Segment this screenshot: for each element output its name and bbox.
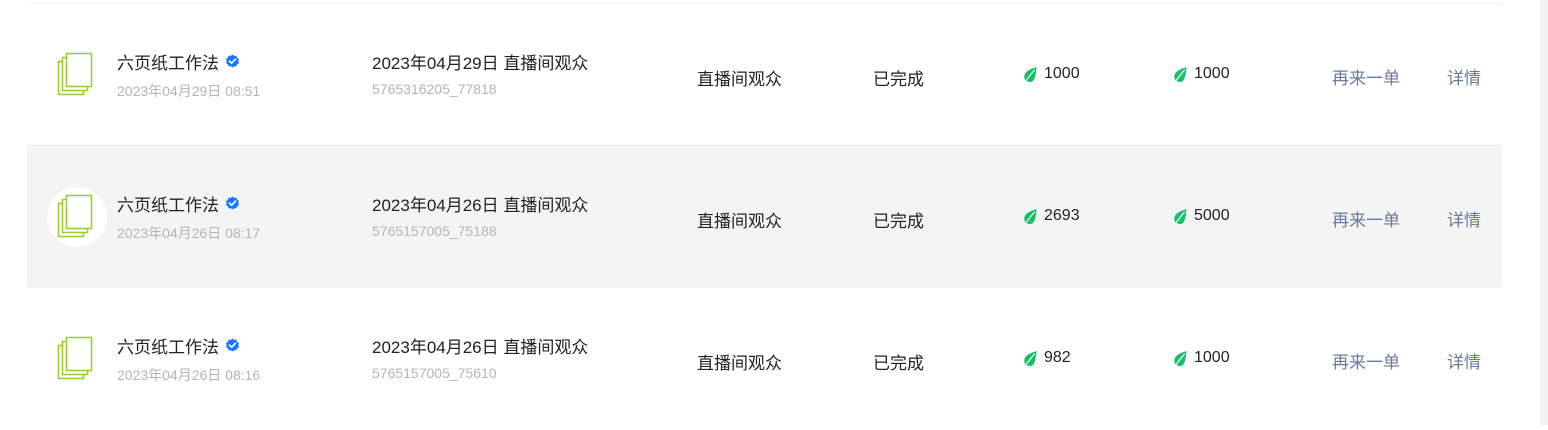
scrollbar-track[interactable] — [1540, 0, 1548, 425]
order-row[interactable]: 六页纸工作法 2023年04月26日 08:17 2023年04月26日 直播间… — [27, 146, 1502, 288]
amount-delivered: 2693 — [1023, 207, 1080, 225]
order-number: 5765157005_75188 — [372, 223, 497, 239]
order-status: 已完成 — [873, 354, 924, 373]
order-type: 直播间观众 — [697, 212, 782, 231]
order-status: 已完成 — [873, 70, 924, 89]
amount-delivered: 982 — [1023, 349, 1071, 367]
green-leaf-icon — [1174, 66, 1187, 82]
amount-delivered-value: 982 — [1044, 349, 1071, 366]
green-leaf-icon — [1174, 350, 1187, 366]
avatar[interactable] — [47, 329, 107, 389]
amount-ordered: 5000 — [1173, 207, 1230, 225]
order-row[interactable]: 六页纸工作法 2023年04月29日 08:51 2023年04月29日 直播间… — [27, 4, 1502, 146]
stacked-pages-icon — [57, 194, 93, 238]
account-name: 六页纸工作法 — [117, 333, 240, 358]
order-type: 直播间观众 — [697, 70, 782, 89]
order-row[interactable]: 六页纸工作法 2023年04月26日 08:16 2023年04月26日 直播间… — [27, 288, 1502, 430]
order-number: 5765316205_77818 — [372, 81, 497, 97]
account-name: 六页纸工作法 — [117, 49, 240, 74]
stacked-pages-icon — [57, 52, 93, 96]
amount-delivered-value: 2693 — [1044, 207, 1080, 224]
account-time: 2023年04月26日 08:17 — [117, 225, 261, 241]
amount-ordered-value: 1000 — [1194, 349, 1230, 366]
order-title: 2023年04月26日 直播间观众 — [372, 338, 589, 357]
account-name-text: 六页纸工作法 — [117, 338, 219, 357]
order-type: 直播间观众 — [697, 354, 782, 373]
order-list: 六页纸工作法 2023年04月29日 08:51 2023年04月29日 直播间… — [27, 4, 1502, 430]
verified-badge-icon — [226, 196, 239, 210]
amount-ordered-value: 1000 — [1194, 65, 1230, 82]
stacked-pages-icon — [57, 336, 93, 380]
green-leaf-icon — [1024, 66, 1037, 82]
amount-ordered: 1000 — [1173, 65, 1230, 83]
amount-delivered: 1000 — [1023, 65, 1080, 83]
green-leaf-icon — [1024, 208, 1037, 224]
verified-badge-icon — [226, 338, 239, 352]
reorder-link[interactable]: 再来一单 — [1332, 64, 1400, 89]
avatar[interactable] — [47, 187, 107, 247]
order-title: 2023年04月26日 直播间观众 — [372, 196, 589, 215]
amount-ordered-value: 5000 — [1194, 207, 1230, 224]
verified-badge-icon — [226, 54, 239, 68]
amount-ordered: 1000 — [1173, 349, 1230, 367]
detail-link[interactable]: 详情 — [1447, 348, 1481, 373]
account-time: 2023年04月29日 08:51 — [117, 83, 261, 99]
account-name-text: 六页纸工作法 — [117, 196, 219, 215]
order-number: 5765157005_75610 — [372, 365, 497, 381]
amount-delivered-value: 1000 — [1044, 65, 1080, 82]
detail-link[interactable]: 详情 — [1447, 206, 1481, 231]
account-name-text: 六页纸工作法 — [117, 54, 219, 73]
account-name: 六页纸工作法 — [117, 191, 240, 216]
reorder-link[interactable]: 再来一单 — [1332, 206, 1400, 231]
avatar[interactable] — [47, 45, 107, 105]
detail-link[interactable]: 详情 — [1447, 64, 1481, 89]
green-leaf-icon — [1024, 350, 1037, 366]
order-status: 已完成 — [873, 212, 924, 231]
reorder-link[interactable]: 再来一单 — [1332, 348, 1400, 373]
order-title: 2023年04月29日 直播间观众 — [372, 54, 589, 73]
green-leaf-icon — [1174, 208, 1187, 224]
account-time: 2023年04月26日 08:16 — [117, 367, 261, 383]
